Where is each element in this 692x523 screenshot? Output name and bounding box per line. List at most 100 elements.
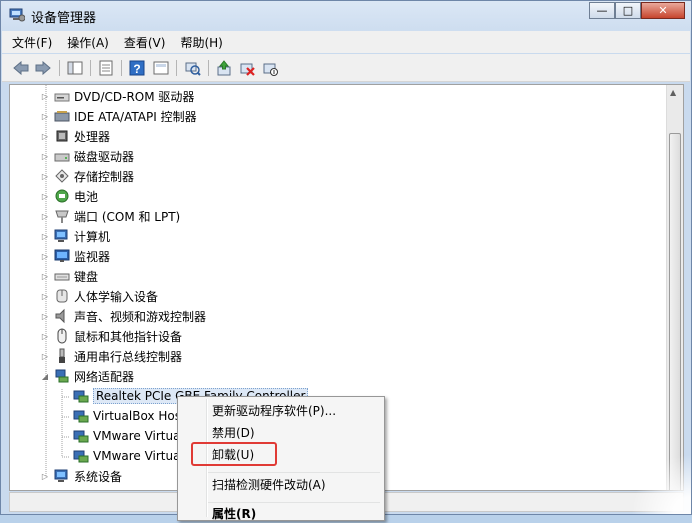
tree-category[interactable]: ▷ 键盘	[42, 267, 99, 285]
scroll-thumb[interactable]	[669, 133, 681, 490]
mouse-icon	[54, 328, 70, 344]
network-icon	[54, 368, 70, 384]
context-update-driver[interactable]: 更新驱动程序软件(P)...	[212, 402, 336, 420]
forward-icon[interactable]	[34, 59, 52, 77]
disable-device-icon[interactable]	[261, 59, 279, 77]
tree-node-label: 端口 (COM 和 LPT)	[74, 209, 181, 224]
uninstall-highlight	[191, 442, 277, 466]
tree-category[interactable]: ▷ 存储控制器	[42, 167, 135, 185]
disk-icon	[54, 148, 70, 164]
tree-category[interactable]: ▷ 端口 (COM 和 LPT)	[42, 207, 181, 225]
expand-arrow-icon[interactable]: ▷	[41, 171, 49, 181]
show-hide-tree-icon[interactable]	[66, 59, 84, 77]
expand-arrow-icon[interactable]: ▷	[41, 351, 49, 361]
expand-arrow-icon[interactable]: ▷	[41, 211, 49, 221]
expand-arrow-icon[interactable]: ▷	[41, 91, 49, 101]
context-separator	[208, 472, 380, 473]
context-disable[interactable]: 禁用(D)	[212, 424, 255, 442]
menu-view[interactable]: 查看(V)	[124, 34, 166, 51]
menu-action[interactable]: 操作(A)	[67, 34, 109, 51]
device-manager-icon	[9, 8, 25, 22]
toolbar-separator	[90, 60, 91, 76]
tree-category[interactable]: ▷ 人体学输入设备	[42, 287, 159, 305]
expand-arrow-icon[interactable]: ▷	[41, 191, 49, 201]
tree-node-label: VirtualBox Hos	[93, 409, 181, 423]
collapse-arrow-icon[interactable]: ◢	[41, 371, 49, 381]
tree-category[interactable]: ▷ 系统设备	[42, 467, 122, 485]
network-adapter-item[interactable]: VMware Virtua	[73, 447, 180, 465]
tree-category[interactable]: ▷ 鼠标和其他指针设备	[42, 327, 182, 345]
menu-file[interactable]: 文件(F)	[12, 34, 52, 51]
tree-category[interactable]: ◢ 网络适配器	[42, 367, 135, 385]
expand-arrow-icon[interactable]: ▷	[41, 111, 49, 121]
tree-node-label: 通用串行总线控制器	[74, 349, 183, 364]
expand-arrow-icon[interactable]: ▷	[41, 231, 49, 241]
network-adapter-item[interactable]: VirtualBox Hos	[73, 407, 181, 425]
expand-arrow-icon[interactable]: ▷	[41, 311, 49, 321]
toolbar: ?	[2, 54, 690, 82]
expand-arrow-icon[interactable]: ▷	[41, 471, 49, 481]
toolbar-separator	[176, 60, 177, 76]
scan-hardware-icon[interactable]	[184, 59, 202, 77]
tree-category[interactable]: ▷ 处理器	[42, 127, 110, 145]
hid-icon	[54, 288, 70, 304]
tree-node-label: 声音、视频和游戏控制器	[74, 309, 207, 324]
tree-category[interactable]: ▷ IDE ATA/ATAPI 控制器	[42, 107, 197, 125]
computer-icon	[54, 228, 70, 244]
usb-icon	[54, 348, 70, 364]
scroll-up-arrow-icon[interactable]: ▲	[670, 88, 676, 97]
tree-node-label: 网络适配器	[74, 369, 135, 384]
tree-category[interactable]: ▷ 磁盘驱动器	[42, 147, 135, 165]
tree-node-label: 人体学输入设备	[74, 289, 159, 304]
help-icon[interactable]: ?	[128, 59, 146, 77]
tree-category[interactable]: ▷ 计算机	[42, 227, 111, 245]
svg-text:?: ?	[133, 62, 140, 76]
tree-node-label: DVD/CD-ROM 驱动器	[74, 89, 195, 104]
tree-node-label: IDE ATA/ATAPI 控制器	[74, 109, 197, 124]
tree-category[interactable]: ▷ 通用串行总线控制器	[42, 347, 183, 365]
properties-icon[interactable]	[97, 59, 115, 77]
title-bar[interactable]: 设备管理器 — □ ✕	[1, 1, 691, 29]
keyboard-icon	[54, 268, 70, 284]
minimize-button[interactable]: —	[589, 2, 615, 19]
tree-category[interactable]: ▷ 声音、视频和游戏控制器	[42, 307, 207, 325]
expand-arrow-icon[interactable]: ▷	[41, 271, 49, 281]
network-adapter-icon	[73, 388, 89, 404]
close-button[interactable]: ✕	[641, 2, 685, 19]
context-properties[interactable]: 属性(R)	[212, 505, 256, 523]
tree-category[interactable]: ▷ 监视器	[42, 247, 110, 265]
expand-arrow-icon[interactable]: ▷	[41, 331, 49, 341]
expand-arrow-icon[interactable]: ▷	[41, 291, 49, 301]
tree-node-label: VMware Virtua	[93, 429, 181, 443]
update-driver-icon[interactable]	[215, 59, 233, 77]
expand-arrow-icon[interactable]: ▷	[41, 131, 49, 141]
monitor-icon	[54, 248, 70, 264]
caption-buttons: — □ ✕	[589, 2, 685, 20]
menu-bar: 文件(F) 操作(A) 查看(V) 帮助(H)	[2, 31, 690, 53]
back-icon[interactable]	[12, 59, 30, 77]
context-scan-hardware[interactable]: 扫描检测硬件改动(A)	[212, 476, 326, 494]
tree-category[interactable]: ▷ DVD/CD-ROM 驱动器	[42, 87, 195, 105]
tree-node-label: VMware Virtua	[93, 449, 181, 463]
network-adapter-icon	[73, 448, 89, 464]
system-icon	[54, 468, 70, 484]
tree-node-label: 磁盘驱动器	[74, 149, 135, 164]
uninstall-device-icon[interactable]	[238, 59, 256, 77]
battery-icon	[54, 188, 70, 204]
vertical-scrollbar[interactable]: ▲	[666, 85, 683, 490]
tree-node-label: 键盘	[74, 269, 99, 284]
tree-node-label: 计算机	[74, 229, 111, 244]
tree-category[interactable]: ▷ 电池	[42, 187, 99, 205]
network-adapter-icon	[73, 408, 89, 424]
window-title: 设备管理器	[31, 11, 97, 26]
maximize-button[interactable]: □	[615, 2, 641, 19]
expand-arrow-icon[interactable]: ▷	[41, 151, 49, 161]
network-adapter-item[interactable]: VMware Virtua	[73, 427, 180, 445]
tree-node-label: 电池	[74, 189, 99, 204]
tree-node-label: 存储控制器	[74, 169, 135, 184]
menu-help[interactable]: 帮助(H)	[180, 34, 222, 51]
view-icon[interactable]	[152, 59, 170, 77]
port-icon	[54, 208, 70, 224]
expand-arrow-icon[interactable]: ▷	[41, 251, 49, 261]
processor-icon	[54, 128, 70, 144]
